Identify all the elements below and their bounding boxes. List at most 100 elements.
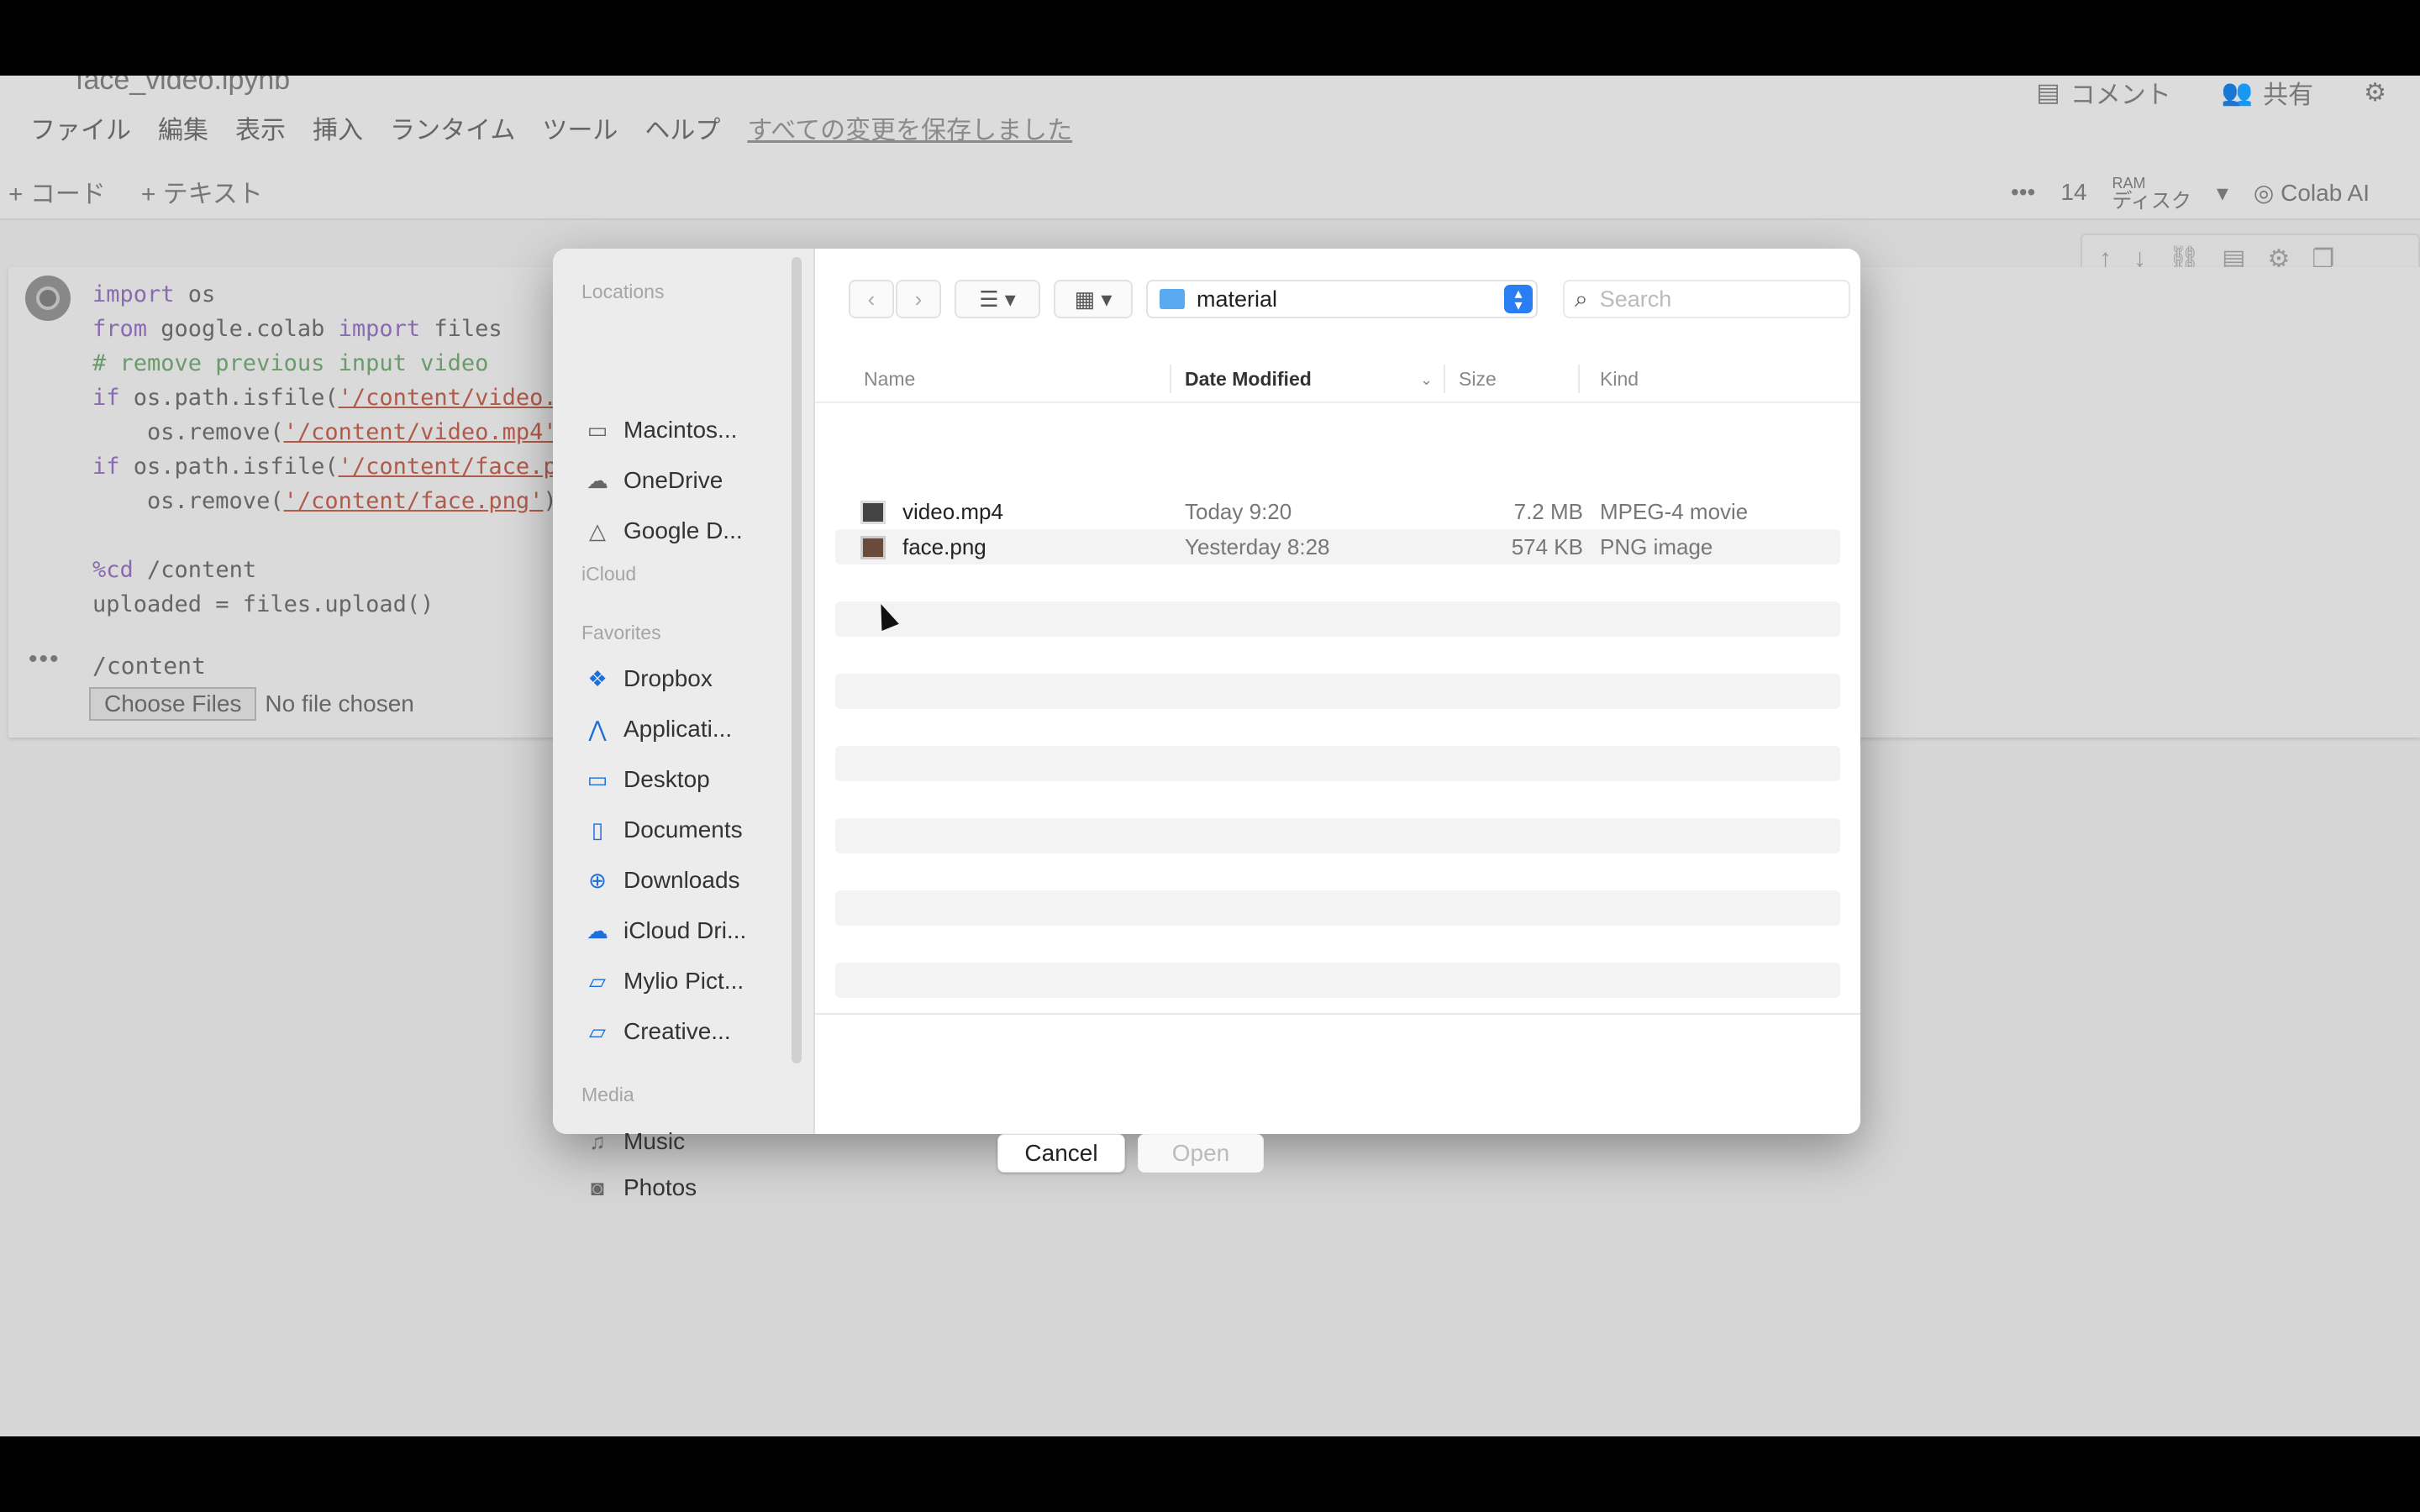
grid-icon: ▦ ▾ [1074,286,1113,312]
save-status[interactable]: すべての変更を保存しました [747,109,1072,146]
document-icon: ▯ [591,816,604,843]
forward-button[interactable]: › [896,280,941,318]
column-header: Name Date Modified ⌄ Size Kind [815,356,1860,403]
menu-view[interactable]: 表示 [235,109,286,146]
sidebar-item-desktop[interactable]: ▭ Desktop [583,758,785,801]
sort-chevron-icon: ⌄ [1420,371,1434,388]
resource-monitor[interactable]: RAM ディスク [2112,174,2191,212]
search-field[interactable]: ⌕ Search [1563,280,1850,318]
folder-icon: ▱ [589,968,606,994]
search-placeholder: Search [1599,286,1672,312]
column-divider [1444,365,1445,393]
comment-icon: ▤ [2036,78,2060,107]
add-text-button[interactable]: + テキスト [141,173,263,210]
cloud-icon: ☁ [587,467,608,493]
output-text: /content [92,652,206,680]
file-open-dialog: Locations ▭ Macintos... ☁ OneDrive △ Google… [553,249,1860,1134]
add-code-button[interactable]: + コード [8,173,106,210]
list-view-button[interactable]: ☰ ▾ [955,280,1040,318]
counter-badge: 14 [2060,179,2087,205]
cancel-button[interactable]: Cancel [997,1134,1125,1173]
notebook-toolbar: + コード + テキスト ••• 14 RAM ディスク ▾ ◎ Colab A… [0,166,2420,220]
sidebar-scrollbar[interactable] [792,257,802,1063]
choose-files-button[interactable]: Choose Files [89,687,257,721]
menu-edit[interactable]: 編集 [158,109,208,146]
sidebar-item-mylio[interactable]: ▱ Mylio Pict... [583,959,785,1003]
colab-ai-button[interactable]: ◎ Colab AI [2254,179,2370,207]
sidebar-heading-favorites: Favorites [581,622,661,643]
file-chooser: Choose Files No file chosen [89,687,414,721]
applications-icon: ⋀ [588,716,607,742]
download-icon: ⊕ [588,867,607,893]
google-drive-icon: △ [589,517,606,543]
column-size[interactable]: Size [1459,368,1497,391]
sidebar-item-icloud-drive[interactable]: ☁ iCloud Dri... [583,909,785,953]
menu-insert[interactable]: 挿入 [313,109,363,146]
no-file-label: No file chosen [265,690,414,717]
drive-icon: ▭ [587,417,608,443]
menu-file[interactable]: ファイル [30,109,131,146]
folder-icon [1160,289,1185,309]
dialog-footer-divider [815,1013,1860,1015]
dropbox-icon: ❖ [587,665,608,691]
column-kind[interactable]: Kind [1600,368,1639,391]
open-button[interactable]: Open [1138,1134,1264,1173]
dialog-sidebar: Locations ▭ Macintos... ☁ OneDrive △ Google… [553,249,815,1134]
running-icon [36,286,60,310]
notebook-title[interactable]: face_video.ipynb [76,76,290,97]
sidebar-item-downloads[interactable]: ⊕ Downloads [583,858,785,902]
chevron-down-icon[interactable]: ▾ [2217,179,2228,207]
column-divider [1578,365,1580,393]
sidebar-item-applications[interactable]: ⋀ Applicati... [583,707,785,751]
back-button[interactable]: ‹ [849,280,894,318]
row-stripe [835,746,1840,781]
column-date-modified[interactable]: Date Modified [1185,368,1312,391]
menu-help[interactable]: ヘルプ [644,109,720,146]
sidebar-item-google-drive[interactable]: △ Google D... [583,509,785,553]
people-icon: 👥 [2221,78,2254,107]
grid-view-button[interactable]: ▦ ▾ [1054,280,1133,318]
music-icon: ♫ [589,1128,606,1154]
more-icon[interactable]: ••• [2011,179,2035,206]
row-stripe [835,674,1840,709]
sidebar-item-photos[interactable]: ◙ Photos [583,1167,785,1209]
sidebar-heading-media: Media [581,1084,634,1105]
cloud-icon: ☁ [587,917,608,943]
row-stripe [835,890,1840,926]
sidebar-item-music[interactable]: ♫ Music [583,1120,785,1163]
menu-tools[interactable]: ツール [542,109,618,146]
video-file-icon [860,501,886,524]
column-divider [1170,365,1171,393]
column-name[interactable]: Name [864,368,915,391]
search-icon: ⌕ [1575,285,1588,312]
row-stripe [835,963,1840,998]
row-stripe [835,818,1840,853]
dialog-nav: ‹ › ☰ ▾ ▦ ▾ material ▴ ▾ ⌕ Search [849,280,1850,318]
stepper-icon: ▴ ▾ [1504,285,1533,313]
menu-runtime[interactable]: ランタイム [390,109,515,146]
sidebar-item-macintosh[interactable]: ▭ Macintos... [583,408,785,452]
output-menu-icon[interactable]: ••• [29,645,60,674]
camera-icon: ◙ [591,1174,604,1200]
sidebar-item-dropbox[interactable]: ❖ Dropbox [583,657,785,701]
folder-selector[interactable]: material ▴ ▾ [1146,280,1538,318]
sidebar-item-onedrive[interactable]: ☁ OneDrive [583,459,785,502]
chevron-right-icon: › [914,286,923,312]
folder-icon: ▱ [589,1018,606,1044]
menu-bar: ファイル 編集 表示 挿入 ランタイム ツール ヘルプ すべての変更を保存しまし… [30,109,1072,146]
colab-header: face_video.ipynb ファイル 編集 表示 挿入 ランタイム ツール… [0,76,2420,220]
sidebar-item-documents[interactable]: ▯ Documents [583,808,785,852]
sidebar-heading-icloud: iCloud [581,563,637,585]
dialog-main: ‹ › ☰ ▾ ▦ ▾ material ▴ ▾ ⌕ Search Name Da… [815,249,1860,1134]
gear-icon[interactable]: ⚙ [2364,78,2386,108]
file-row-face[interactable]: face.png Yesterday 8:28 574 KB PNG image [835,529,1840,564]
header-actions: ▤ コメント 👥 共有 ⚙ [2036,76,2386,111]
sidebar-item-creative[interactable]: ▱ Creative... [583,1010,785,1053]
list-icon: ☰ ▾ [979,286,1016,312]
image-file-icon [860,536,886,559]
comment-button[interactable]: ▤ コメント [2036,76,2170,111]
sidebar-heading-locations: Locations [581,281,665,302]
share-button[interactable]: 👥 共有 [2222,76,2313,111]
run-cell-button[interactable] [25,276,71,321]
file-row-video[interactable]: video.mp4 Today 9:20 7.2 MB MPEG-4 movie [835,494,1840,529]
